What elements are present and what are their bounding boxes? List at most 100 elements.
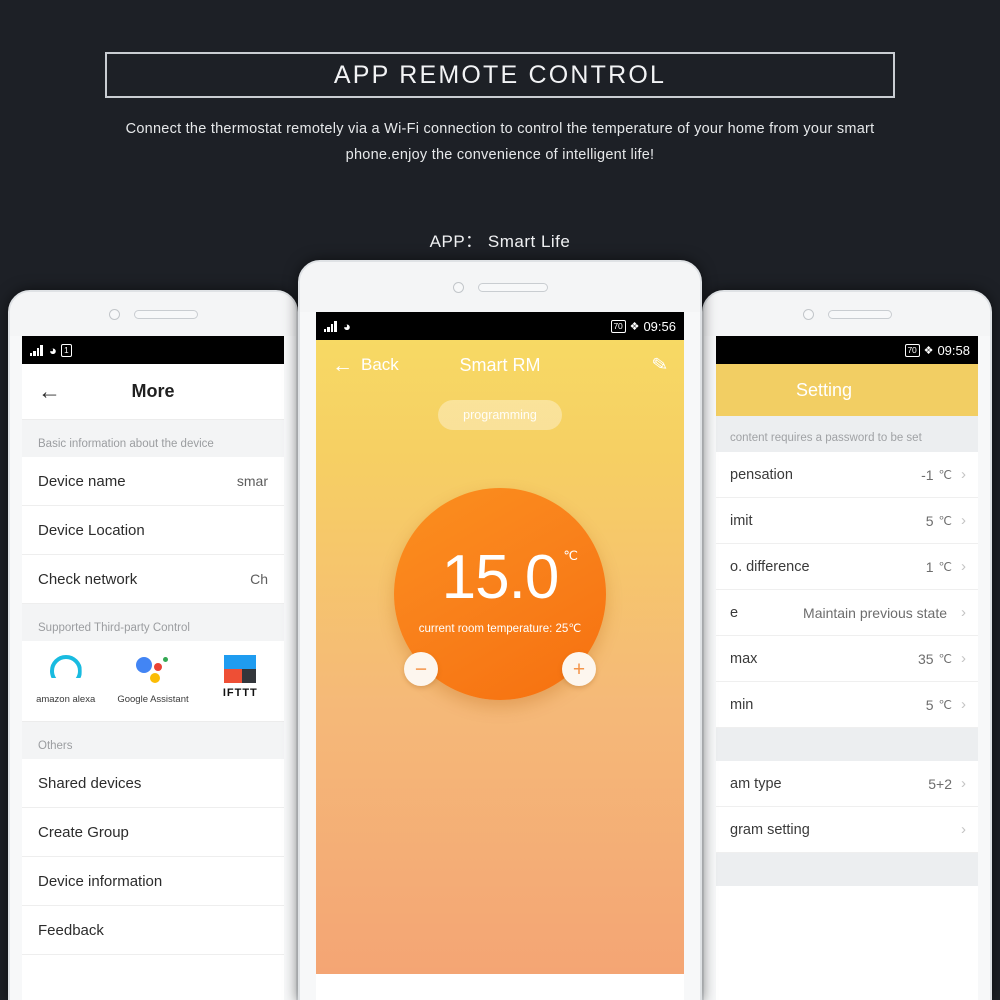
row-label: pensation <box>730 466 793 483</box>
settings-row[interactable]: am type 5+2 › <box>716 761 978 807</box>
chevron-right-icon: › <box>961 604 966 621</box>
row-label: o. difference <box>730 558 810 575</box>
decrease-temperature-button[interactable]: − <box>404 652 438 686</box>
chevron-right-icon: › <box>961 558 966 575</box>
row-unit: ℃ <box>938 513 952 528</box>
speaker-grille <box>133 309 198 319</box>
signal-icon <box>30 344 45 356</box>
row-unit: ℃ <box>938 467 952 482</box>
appbar-center: ← Back Smart RM ✎ <box>316 340 684 390</box>
page-subtitle: Connect the thermostat remotely via a Wi… <box>125 121 875 163</box>
row-label: Device Location <box>38 521 145 539</box>
phone-center: ◕ 70 ❖ 09:56 ← Back Smart RM ✎ programmi… <box>298 260 702 1000</box>
sim-icon: 1 <box>60 343 72 357</box>
chevron-right-icon: › <box>961 650 966 667</box>
current-room-label: current room temperature: <box>418 623 553 635</box>
list-item[interactable]: Device Location <box>22 506 284 555</box>
programming-tab[interactable]: programming <box>438 400 562 430</box>
phone-bezel-left <box>10 292 296 336</box>
tab-item[interactable] <box>592 974 684 1000</box>
phone-bezel-right <box>704 292 990 336</box>
statusbar-center: ◕ 70 ❖ 09:56 <box>316 312 684 340</box>
clock-label: 09:56 <box>643 318 676 334</box>
appbar-right: Setting <box>716 364 978 416</box>
brand-amazon-alexa[interactable]: amazon alexa <box>22 655 109 705</box>
screen-right: 70 ❖ 09:58 Setting content requires a pa… <box>716 336 978 1000</box>
row-value: Maintain previous state <box>803 604 947 621</box>
row-value: 5 <box>925 512 934 529</box>
row-label: Shared devices <box>38 774 142 792</box>
tab-item[interactable] <box>316 974 408 1000</box>
row-label: max <box>730 650 758 667</box>
row-value: 1 <box>925 558 934 575</box>
edit-icon[interactable]: ✎ <box>651 353 670 378</box>
row-value: 35 <box>917 650 934 667</box>
thermostat-screen: ← Back Smart RM ✎ programming ℃ 15.0 cur <box>316 340 684 1000</box>
list-item[interactable]: Device information <box>22 857 284 906</box>
current-room-temperature: current room temperature: 25℃ <box>419 621 582 635</box>
list-item[interactable]: Check network Ch <box>22 555 284 604</box>
section-divider <box>716 728 978 761</box>
increase-temperature-button[interactable]: + <box>562 652 596 686</box>
row-value: 5 <box>925 696 934 713</box>
wifi-icon: ◕ <box>343 318 351 334</box>
signal-icon <box>324 320 339 332</box>
brand-ifttt[interactable]: IFTTT <box>197 655 284 705</box>
phone-left: ◕ 1 ← More Basic information about the d… <box>8 290 298 1000</box>
battery-icon: 70 <box>904 343 920 357</box>
list-item[interactable]: Create Group <box>22 808 284 857</box>
app-name-line: APP： Smart Life <box>429 232 571 251</box>
row-label: imit <box>730 512 753 529</box>
wifi-icon: ◕ <box>49 342 57 358</box>
settings-row[interactable]: gram setting › <box>716 807 978 853</box>
row-label: Feedback <box>38 921 104 939</box>
temperature-unit: ℃ <box>563 548 578 563</box>
list-item[interactable]: Shared devices <box>22 759 284 808</box>
settings-row[interactable]: e Maintain previous state › <box>716 590 978 636</box>
row-label: Device name <box>38 472 126 490</box>
third-party-brands: amazon alexa Google Assistant IFTTT <box>22 641 284 722</box>
thermostat-dial[interactable]: ℃ 15.0 current room temperature: 25℃ − + <box>388 482 612 706</box>
settings-row[interactable]: o. difference 1 ℃ › <box>716 544 978 590</box>
brand-label: amazon alexa <box>36 694 96 705</box>
chevron-right-icon: › <box>961 466 966 483</box>
row-label: gram setting <box>730 821 810 838</box>
charging-icon: ❖ <box>923 344 934 357</box>
settings-row[interactable]: pensation -1 ℃ › <box>716 452 978 498</box>
speaker-grille <box>827 309 892 319</box>
brand-label: Google Assistant <box>117 694 189 705</box>
page-title-box: APP REMOTE CONTROL <box>105 52 895 98</box>
row-label: am type <box>730 775 782 792</box>
row-label: Check network <box>38 570 138 588</box>
appbar-left: ← More <box>22 364 284 420</box>
appbar-title-left: More <box>131 381 175 401</box>
ifttt-icon <box>224 655 257 683</box>
phone-right: 70 ❖ 09:58 Setting content requires a pa… <box>702 290 992 1000</box>
appbar-title-right: Setting <box>795 379 853 400</box>
screen-center: ◕ 70 ❖ 09:56 ← Back Smart RM ✎ programmi… <box>316 312 684 1000</box>
camera-icon <box>108 308 120 320</box>
screen-left: ◕ 1 ← More Basic information about the d… <box>22 336 284 1000</box>
list-item[interactable]: Device name smar <box>22 457 284 506</box>
brand-google-assistant[interactable]: Google Assistant <box>109 655 196 705</box>
google-assistant-icon <box>135 655 170 687</box>
bottom-tabbar[interactable] <box>316 974 684 1000</box>
tab-item[interactable] <box>500 974 592 1000</box>
phone-bezel-center <box>300 262 700 312</box>
row-unit: ℃ <box>938 559 952 574</box>
row-value: -1 <box>921 466 934 483</box>
settings-row[interactable]: min 5 ℃ › <box>716 682 978 728</box>
battery-icon: 70 <box>610 319 626 333</box>
tab-item[interactable] <box>408 974 500 1000</box>
row-value: smar <box>236 473 268 489</box>
row-label: min <box>730 696 754 713</box>
row-label: e <box>730 604 739 621</box>
statusbar-right: 70 ❖ 09:58 <box>716 336 978 364</box>
brand-label: IFTTT <box>222 687 258 699</box>
settings-row[interactable]: max 35 ℃ › <box>716 636 978 682</box>
row-unit: ℃ <box>938 651 952 666</box>
alexa-icon <box>49 655 82 679</box>
list-item[interactable]: Feedback <box>22 906 284 955</box>
row-label: Create Group <box>38 823 129 841</box>
settings-row[interactable]: imit 5 ℃ › <box>716 498 978 544</box>
